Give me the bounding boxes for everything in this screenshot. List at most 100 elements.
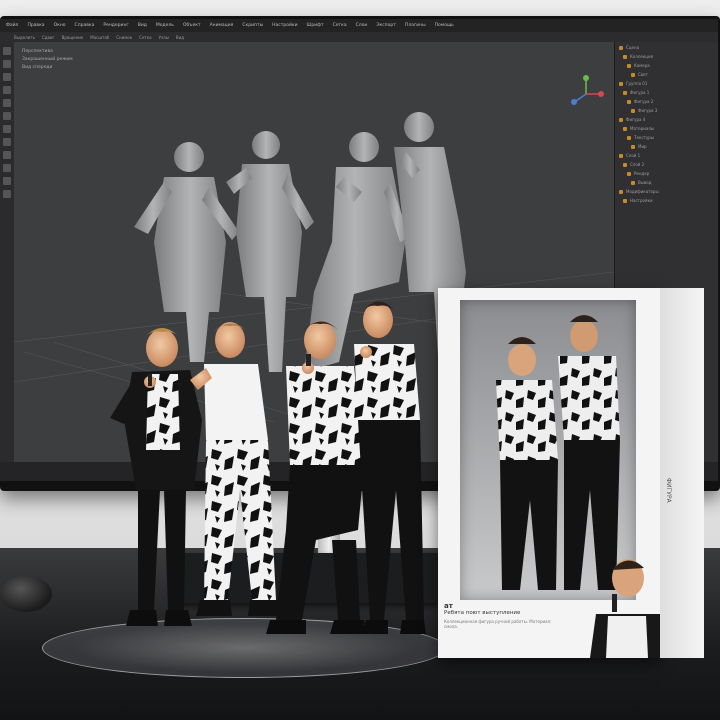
object-type-icon <box>619 153 623 158</box>
menu-item[interactable]: Экспорт <box>376 23 396 28</box>
box-product-title: Ребята поют выступление <box>444 610 521 616</box>
object-type-icon <box>627 171 631 176</box>
outliner-row-label: Коллекция <box>630 54 654 59</box>
outliner-row-label: Мир <box>638 144 647 149</box>
outliner-row-label: Фигура 2 <box>634 99 654 104</box>
box-brand-logo: ат <box>444 602 453 610</box>
outliner-row[interactable]: Свет <box>619 71 715 78</box>
view-tool-icon[interactable] <box>3 177 11 185</box>
object-type-icon <box>619 117 623 122</box>
figurine-retail-box: ат Ребята поют выступление Коллекционная… <box>438 288 704 658</box>
outliner-row-label: Модификаторы <box>626 189 659 194</box>
menu-item[interactable]: Анимация <box>210 23 234 28</box>
settings-tool-icon[interactable] <box>3 190 11 198</box>
box-front-panel: ат Ребята поют выступление Коллекционная… <box>438 288 666 658</box>
outliner-row[interactable]: Модификаторы <box>619 188 715 195</box>
object-type-icon <box>623 54 627 59</box>
grid-tool-icon[interactable] <box>3 164 11 172</box>
box-portrait-photo <box>590 559 666 658</box>
outliner-row[interactable]: Слой 2 <box>619 161 715 168</box>
outliner-row[interactable]: Камера <box>619 62 715 69</box>
menu-item[interactable]: Вид <box>138 23 147 28</box>
outliner-row-label: Камера <box>634 63 650 68</box>
box-side-label: ФИГУРА <box>665 478 672 503</box>
toolbar-item[interactable]: Сетка <box>139 35 151 40</box>
menu-item[interactable]: Шрифт <box>307 23 324 28</box>
outliner-row-label: Фигура 1 <box>630 90 650 95</box>
light-tool-icon[interactable] <box>3 151 11 159</box>
outliner-row-label: Слой 1 <box>626 153 641 158</box>
box-side-panel: ФИГУРА <box>660 288 704 658</box>
menu-item[interactable]: Рендеринг <box>103 23 128 28</box>
object-type-icon <box>627 63 631 68</box>
camera-tool-icon[interactable] <box>3 138 11 146</box>
outliner-row-label: Настройки <box>630 198 653 203</box>
left-tool-panel <box>0 42 14 462</box>
object-type-icon <box>631 108 635 113</box>
outliner-row[interactable]: Рендер <box>619 170 715 177</box>
toolbar-item[interactable]: Выделить <box>14 35 35 40</box>
outliner-row-label: Группа 01 <box>626 81 648 86</box>
menu-item[interactable]: Плагины <box>405 23 426 28</box>
figurine-3 <box>266 321 366 634</box>
menu-item[interactable]: Справка <box>75 23 95 28</box>
toolbar-item[interactable]: Узлы <box>159 35 169 40</box>
menu-item[interactable]: Помощь <box>435 23 454 28</box>
object-type-icon <box>623 126 627 131</box>
toolbar-item[interactable]: Вид <box>176 35 184 40</box>
outliner-row[interactable]: Фигура 1 <box>619 89 715 96</box>
outliner-row[interactable]: Фигура 2 <box>619 98 715 105</box>
outliner-row[interactable]: Коллекция <box>619 53 715 60</box>
outliner-row[interactable]: Фигура 3 <box>619 107 715 114</box>
outliner-row[interactable]: Текстуры <box>619 134 715 141</box>
viewport-label-1: Перспектива <box>22 49 53 54</box>
measure-tool-icon[interactable] <box>3 125 11 133</box>
outliner-row[interactable]: Материалы <box>619 125 715 132</box>
figurine-1 <box>110 328 202 626</box>
outliner-row[interactable]: Слой 1 <box>619 152 715 159</box>
menu-item[interactable]: Скрипты <box>242 23 263 28</box>
menu-item[interactable]: Сетка <box>333 23 347 28</box>
outliner-row[interactable]: Группа 01 <box>619 80 715 87</box>
outliner-row-label: Фигура 3 <box>638 108 658 113</box>
object-type-icon <box>623 198 627 203</box>
menu-item[interactable]: Файл <box>6 23 18 28</box>
scale-tool-icon[interactable] <box>3 86 11 94</box>
app-toolbar: Выделить Сдвиг Вращение Масштаб Снимок Сетка У… <box>0 32 718 42</box>
brush-tool-icon[interactable] <box>3 99 11 107</box>
object-type-icon <box>619 45 623 50</box>
outliner-row[interactable]: Фигура 4 <box>619 116 715 123</box>
outliner-row[interactable]: Настройки <box>619 197 715 204</box>
outliner-row[interactable]: Вывод <box>619 179 715 186</box>
menu-item[interactable]: Объект <box>183 23 201 28</box>
object-type-icon <box>623 90 627 95</box>
outliner-row-label: Текстуры <box>634 135 654 140</box>
boxed-figurine-1 <box>496 337 558 590</box>
outliner-row-label: Свет <box>638 72 648 77</box>
knife-tool-icon[interactable] <box>3 112 11 120</box>
menu-item[interactable]: Окно <box>54 23 66 28</box>
object-type-icon <box>623 162 627 167</box>
menu-item[interactable]: Слои <box>356 23 368 28</box>
object-type-icon <box>627 135 631 140</box>
move-tool-icon[interactable] <box>3 60 11 68</box>
box-product-description: Коллекционная фигура ручной работы. Мате… <box>444 619 552 629</box>
outliner-row-label: Слой 2 <box>630 162 645 167</box>
toolbar-item[interactable]: Снимок <box>116 35 132 40</box>
select-tool-icon[interactable] <box>3 47 11 55</box>
rotate-tool-icon[interactable] <box>3 73 11 81</box>
computer-mouse <box>0 576 52 612</box>
outliner-row-label: Вывод <box>638 180 652 185</box>
object-type-icon <box>619 81 623 86</box>
menu-item[interactable]: Правка <box>27 23 44 28</box>
outliner-row[interactable]: Мир <box>619 143 715 150</box>
menu-item[interactable]: Модель <box>156 23 174 28</box>
figurine-2 <box>190 322 284 616</box>
object-type-icon <box>619 189 623 194</box>
axis-gizmo <box>571 75 604 105</box>
menu-item[interactable]: Настройки <box>272 23 297 28</box>
toolbar-item[interactable]: Вращение <box>62 35 84 40</box>
outliner-row[interactable]: Сцена <box>619 44 715 51</box>
toolbar-item[interactable]: Сдвиг <box>42 35 55 40</box>
toolbar-item[interactable]: Масштаб <box>90 35 109 40</box>
